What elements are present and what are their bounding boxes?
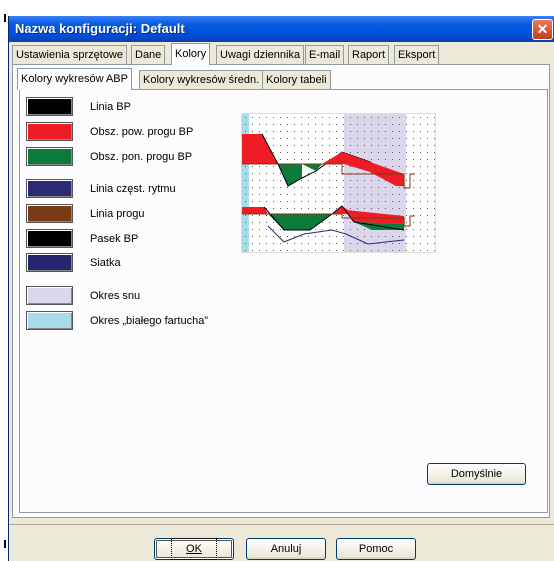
subtab-average-chart-colors[interactable]: Kolory wykresów średn.	[139, 70, 264, 89]
tab-log-notes[interactable]: Uwagi dziennika	[216, 45, 305, 64]
swatch-below-threshold[interactable]	[26, 147, 73, 166]
window-title: Nazwa konfiguracji: Default	[15, 21, 185, 36]
help-label: Pomoc	[358, 543, 394, 555]
defaults-button[interactable]: Domyślnie	[427, 463, 526, 485]
swatch-above-threshold[interactable]	[26, 122, 73, 141]
tab-colors[interactable]: Kolory	[171, 43, 211, 65]
swatch-heart-rate-line[interactable]	[26, 179, 73, 198]
cancel-label: Anuluj	[270, 543, 302, 555]
ok-button[interactable]: OK	[154, 538, 234, 560]
tab-data[interactable]: Dane	[131, 45, 166, 64]
tab-export[interactable]: Eksport	[394, 45, 440, 64]
subtab-table-colors[interactable]: Kolory tabeli	[262, 70, 331, 89]
preview-svg	[242, 114, 435, 252]
swatch-bp-line[interactable]	[26, 97, 73, 116]
tab-hardware-settings[interactable]: Ustawienia sprzętowe	[12, 45, 127, 64]
ok-label: OK	[186, 543, 202, 555]
above-threshold-area-3	[242, 207, 268, 214]
label-white-coat-period: Okres „białego fartucha”	[90, 315, 208, 327]
label-bp-line: Linia BP	[90, 101, 131, 113]
label-bp-bar: Pasek BP	[90, 233, 139, 245]
title-bar[interactable]: Nazwa konfiguracji: Default ✕	[9, 16, 554, 42]
label-below-threshold: Obsz. pon. progu BP	[90, 151, 193, 163]
swatch-bp-bar[interactable]	[26, 229, 73, 248]
tab-email[interactable]: E-mail	[305, 45, 345, 64]
label-heart-rate-line: Linia częst. rytmu	[90, 183, 176, 195]
label-above-threshold: Obsz. pow. progu BP	[90, 126, 194, 138]
close-icon: ✕	[536, 21, 549, 37]
subtab-abp-chart-colors[interactable]: Kolory wykresów ABP	[17, 68, 132, 90]
cancel-button[interactable]: Anuluj	[246, 538, 326, 560]
tab-report[interactable]: Raport	[348, 45, 390, 64]
config-dialog: Nazwa konfiguracji: Default ✕ Ustawienia…	[8, 16, 554, 561]
help-button[interactable]: Pomoc	[336, 538, 416, 560]
close-button[interactable]: ✕	[532, 19, 553, 40]
label-grid: Siatka	[90, 257, 121, 269]
color-preview-chart	[241, 113, 436, 253]
swatch-white-coat-period[interactable]	[26, 311, 73, 330]
background-window-scrap	[0, 0, 554, 16]
left-window-edge	[0, 0, 8, 561]
swatch-threshold-line[interactable]	[26, 204, 73, 223]
separator-line	[9, 524, 554, 525]
label-threshold-line: Linia progu	[90, 208, 145, 220]
swatch-sleep-period[interactable]	[26, 286, 73, 305]
swatch-grid[interactable]	[26, 253, 73, 272]
label-sleep-period: Okres snu	[90, 290, 141, 302]
